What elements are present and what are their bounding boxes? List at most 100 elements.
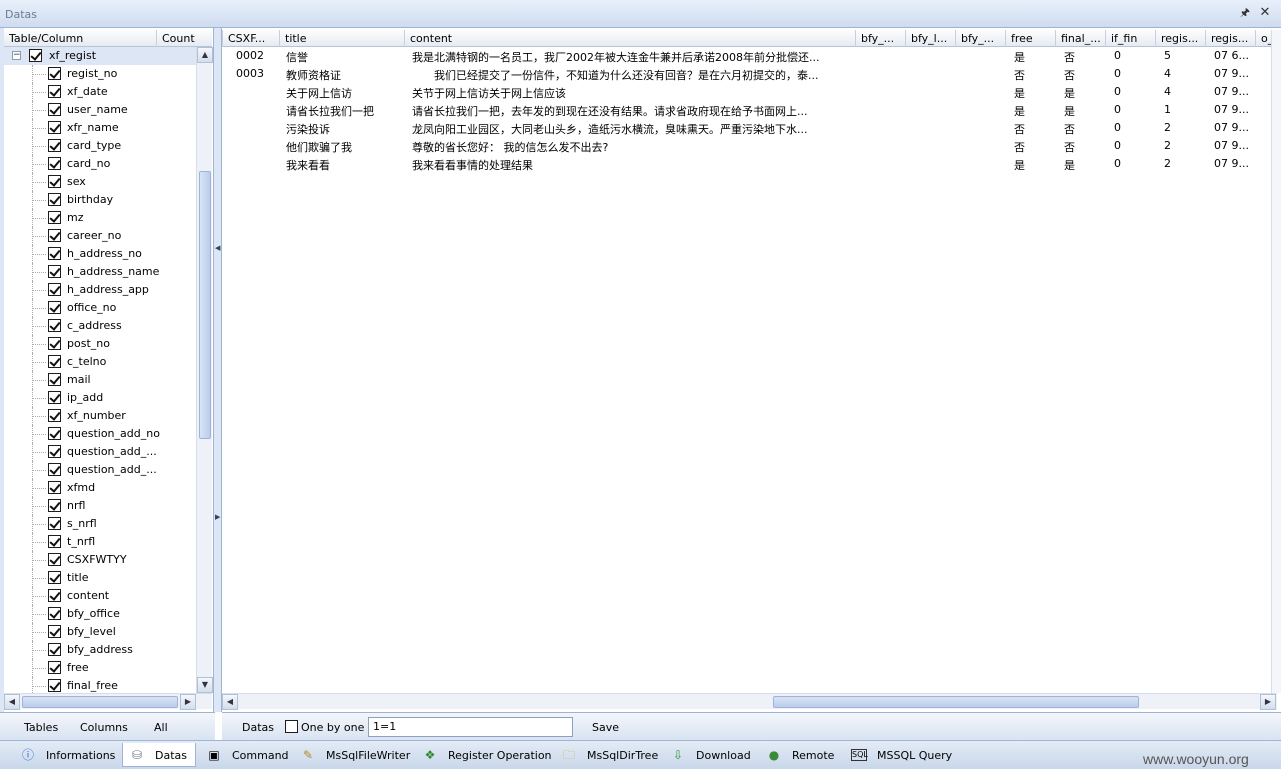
collapse-left-icon[interactable]: ◀	[215, 244, 220, 252]
one-by-one-checkbox[interactable]	[285, 720, 298, 733]
column-checkbox[interactable]	[48, 157, 61, 170]
table-row[interactable]: 0002 信誉 我是北满特钢的一名员工，我厂2002年被大连金牛兼并后承诺2008年…	[222, 47, 1277, 65]
table-row[interactable]: 我来看看 我来看看事情的处理结果 是 是 0 2 07 9...	[222, 155, 1277, 173]
column-checkbox[interactable]	[48, 517, 61, 530]
scroll-right-icon[interactable]: ▶	[180, 694, 196, 710]
pin-icon[interactable]: 🖈	[1238, 6, 1252, 20]
tree-column-item[interactable]: h_address_name	[4, 263, 196, 281]
scroll-right-icon[interactable]: ▶	[1260, 694, 1276, 710]
grid-column-header[interactable]: content	[404, 30, 855, 47]
grid-column-header[interactable]: free	[1005, 30, 1055, 47]
tree-column-item[interactable]: sex	[4, 173, 196, 191]
column-checkbox[interactable]	[48, 319, 61, 332]
scroll-left-icon[interactable]: ◀	[4, 694, 20, 710]
tree-column-item[interactable]: content	[4, 587, 196, 605]
tree-column-item[interactable]: title	[4, 569, 196, 587]
column-checkbox[interactable]	[48, 427, 61, 440]
tree-column-item[interactable]: s_nrfl	[4, 515, 196, 533]
tree-column-item[interactable]: c_telno	[4, 353, 196, 371]
tree-column-item[interactable]: bfy_level	[4, 623, 196, 641]
grid-horizontal-scrollbar[interactable]: ◀ ▶	[222, 693, 1277, 710]
datas-button[interactable]: Datas	[242, 721, 274, 734]
column-checkbox[interactable]	[48, 355, 61, 368]
column-checkbox[interactable]	[48, 265, 61, 278]
panel-splitter[interactable]: ◀ ▶	[213, 28, 222, 712]
grid-column-header[interactable]: regis...	[1205, 30, 1255, 47]
where-condition-input[interactable]: 1=1	[368, 717, 573, 737]
tree-horizontal-scrollbar[interactable]: ◀ ▶	[4, 693, 212, 710]
tree-column-item[interactable]: free	[4, 659, 196, 677]
header-table-column[interactable]: Table/Column	[9, 32, 83, 45]
all-button[interactable]: All	[154, 721, 168, 734]
column-checkbox[interactable]	[48, 193, 61, 206]
column-checkbox[interactable]	[48, 643, 61, 656]
tree-column-item[interactable]: post_no	[4, 335, 196, 353]
grid-column-header[interactable]: CSXF...	[222, 30, 279, 47]
header-count[interactable]: Count	[156, 30, 195, 47]
tab-remote[interactable]: ● Remote	[766, 743, 836, 767]
column-checkbox[interactable]	[48, 445, 61, 458]
grid-column-header[interactable]: if_fin	[1105, 30, 1155, 47]
column-checkbox[interactable]	[48, 553, 61, 566]
tree-column-item[interactable]: ip_add	[4, 389, 196, 407]
column-checkbox[interactable]	[48, 103, 61, 116]
tree-column-item[interactable]: question_add_...	[4, 461, 196, 479]
column-checkbox[interactable]	[48, 211, 61, 224]
grid-column-header[interactable]: regis...	[1155, 30, 1205, 47]
tables-button[interactable]: Tables	[24, 721, 58, 734]
grid-column-header[interactable]: bfy_...	[955, 30, 1005, 47]
tree-column-item[interactable]: office_no	[4, 299, 196, 317]
table-checkbox[interactable]	[29, 49, 42, 62]
close-icon[interactable]: ✕	[1258, 5, 1272, 21]
tree-column-item[interactable]: bfy_office	[4, 605, 196, 623]
grid-column-header[interactable]: bfy_...	[855, 30, 905, 47]
table-row[interactable]: 0003 教师资格证 我们已经提交了一份信件，不知道为什么还没有回音？是在六月初提…	[222, 65, 1277, 83]
column-checkbox[interactable]	[48, 535, 61, 548]
grid-column-header[interactable]: title	[279, 30, 404, 47]
table-row[interactable]: 污染投诉 龙凤向阳工业园区，大同老山头乡，造纸污水横流，臭味熏天。严重污染地下水.…	[222, 119, 1277, 137]
tab-download[interactable]: ⇩ Download	[670, 743, 756, 767]
column-checkbox[interactable]	[48, 499, 61, 512]
expand-right-icon[interactable]: ▶	[215, 513, 220, 521]
column-checkbox[interactable]	[48, 301, 61, 314]
tree-column-item[interactable]: bfy_address	[4, 641, 196, 659]
column-checkbox[interactable]	[48, 283, 61, 296]
column-checkbox[interactable]	[48, 607, 61, 620]
tree-column-item[interactable]: final_free	[4, 677, 196, 693]
tree-vertical-scrollbar[interactable]: ▲ ▼	[196, 47, 213, 693]
tree-column-item[interactable]: c_address	[4, 317, 196, 335]
scroll-left-icon[interactable]: ◀	[222, 694, 238, 710]
tree-column-item[interactable]: mz	[4, 209, 196, 227]
table-row[interactable]: 关于网上信访 关节于网上信访关于网上信应该 是 是 0 4 07 9...	[222, 83, 1277, 101]
tree-column-item[interactable]: birthday	[4, 191, 196, 209]
column-checkbox[interactable]	[48, 571, 61, 584]
table-row[interactable]: 他们欺骗了我 尊敬的省长您好： 我的信怎么发不出去? 否 否 0 2 07 9...	[222, 137, 1277, 155]
grid-vertical-scrollbar[interactable]	[1271, 30, 1281, 693]
column-checkbox[interactable]	[48, 391, 61, 404]
column-checkbox[interactable]	[48, 625, 61, 638]
scroll-down-icon[interactable]: ▼	[197, 677, 213, 693]
tree-column-item[interactable]: card_no	[4, 155, 196, 173]
tab-informations[interactable]: ⓘ Informations	[20, 743, 120, 767]
column-checkbox[interactable]	[48, 139, 61, 152]
tree-column-item[interactable]: CSXFWTYY	[4, 551, 196, 569]
tab-mssqlfilewriter[interactable]: ✎ MsSqlFileWriter	[300, 743, 410, 767]
tree-column-item[interactable]: career_no	[4, 227, 196, 245]
grid-column-header[interactable]: final_...	[1055, 30, 1105, 47]
column-checkbox[interactable]	[48, 85, 61, 98]
save-button[interactable]: Save	[592, 721, 619, 734]
tree-column-item[interactable]: t_nrfl	[4, 533, 196, 551]
grid-column-header[interactable]: bfy_l...	[905, 30, 955, 47]
columns-button[interactable]: Columns	[80, 721, 128, 734]
collapse-icon[interactable]: −	[12, 51, 21, 60]
scroll-up-icon[interactable]: ▲	[197, 47, 213, 63]
column-checkbox[interactable]	[48, 661, 61, 674]
scroll-thumb[interactable]	[773, 696, 1139, 708]
column-checkbox[interactable]	[48, 481, 61, 494]
column-checkbox[interactable]	[48, 463, 61, 476]
column-checkbox[interactable]	[48, 67, 61, 80]
column-checkbox[interactable]	[48, 589, 61, 602]
scroll-thumb[interactable]	[199, 171, 211, 439]
column-checkbox[interactable]	[48, 121, 61, 134]
tree-column-item[interactable]: card_type	[4, 137, 196, 155]
